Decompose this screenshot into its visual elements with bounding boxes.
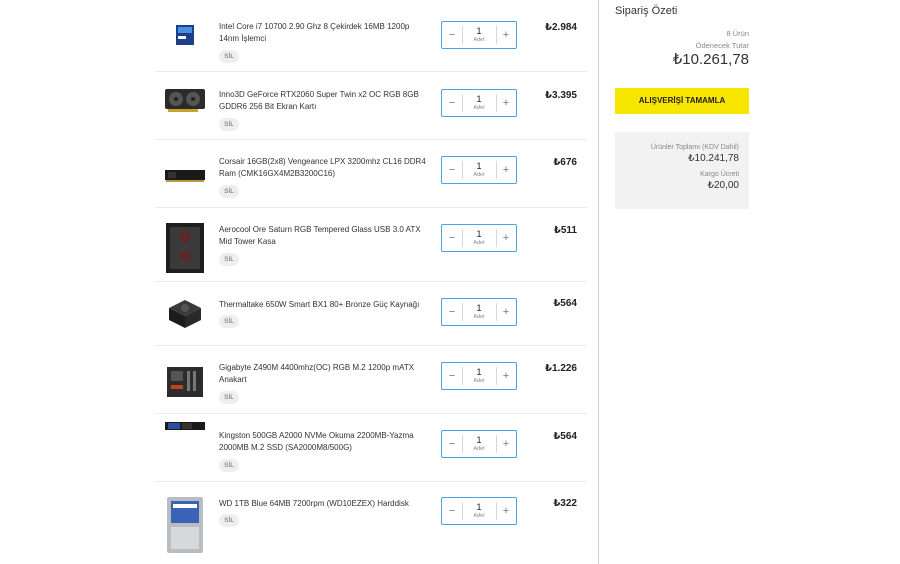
decrease-quantity-button[interactable]: − — [442, 22, 462, 48]
increase-quantity-button[interactable]: + — [496, 363, 516, 389]
quantity-stepper: − 1 Adet + — [441, 224, 517, 252]
increase-quantity-button[interactable]: + — [496, 22, 516, 48]
quantity-value[interactable]: 1 — [462, 25, 496, 37]
quantity-unit: Adet — [473, 446, 485, 452]
decrease-quantity-button[interactable]: − — [442, 299, 462, 325]
item-price: ₺1.226 — [545, 363, 577, 374]
quantity-unit: Adet — [473, 314, 485, 320]
quantity-value[interactable]: 1 — [462, 93, 496, 105]
product-name[interactable]: Kingston 500GB A2000 NVMe Okuma 2200MB-Y… — [219, 430, 429, 454]
cart-item: Intel Core i7 10700 2.90 Ghz 8 Çekirdek … — [155, 0, 587, 72]
product-name[interactable]: Thermaltake 650W Smart BX1 80+ Bronze Gü… — [219, 299, 429, 311]
product-name[interactable]: Corsair 16GB(2x8) Vengeance LPX 3200mhz … — [219, 156, 429, 180]
item-price: ₺2.984 — [545, 22, 577, 33]
increase-quantity-button[interactable]: + — [496, 498, 516, 524]
cpu-box-icon — [163, 13, 207, 57]
remove-button[interactable]: SİL — [219, 253, 239, 266]
motherboard-icon — [163, 360, 207, 404]
item-count: 8 Ürün — [726, 29, 749, 38]
shipping-label: Kargo Ücreti — [700, 171, 739, 178]
cart-item: Thermaltake 650W Smart BX1 80+ Bronze Gü… — [155, 282, 587, 346]
remove-button[interactable]: SİL — [219, 459, 239, 472]
product-name[interactable]: Inno3D GeForce RTX2060 Super Twin x2 OC … — [219, 89, 429, 113]
increase-quantity-button[interactable]: + — [496, 90, 516, 116]
decrease-quantity-button[interactable]: − — [442, 225, 462, 251]
product-name[interactable]: Aerocool Ore Saturn RGB Tempered Glass U… — [219, 224, 429, 248]
remove-button[interactable]: SİL — [219, 514, 239, 527]
power-supply-icon — [163, 292, 207, 336]
quantity-unit: Adet — [473, 240, 485, 246]
product-name[interactable]: Gigabyte Z490M 4400mhz(OC) RGB M.2 1200p… — [219, 362, 429, 386]
increase-quantity-button[interactable]: + — [496, 157, 516, 183]
quantity-unit: Adet — [473, 105, 485, 111]
increase-quantity-button[interactable]: + — [496, 431, 516, 457]
column-divider — [598, 0, 599, 564]
quantity-stepper: − 1 Adet + — [441, 156, 517, 184]
pc-case-icon — [163, 222, 207, 274]
ssd-icon — [163, 416, 207, 436]
remove-button[interactable]: SİL — [219, 315, 239, 328]
checkout-button[interactable]: ALIŞVERİŞİ TAMAMLA — [615, 88, 749, 114]
cart-item: Gigabyte Z490M 4400mhz(OC) RGB M.2 1200p… — [155, 346, 587, 414]
quantity-stepper: − 1 Adet + — [441, 21, 517, 49]
quantity-value[interactable]: 1 — [462, 228, 496, 240]
item-price: ₺676 — [553, 157, 577, 168]
remove-button[interactable]: SİL — [219, 118, 239, 131]
hard-disk-icon — [163, 496, 207, 554]
item-price: ₺511 — [553, 225, 577, 236]
increase-quantity-button[interactable]: + — [496, 299, 516, 325]
product-name[interactable]: WD 1TB Blue 64MB 7200rpm (WD10EZEX) Hard… — [219, 498, 429, 510]
decrease-quantity-button[interactable]: − — [442, 363, 462, 389]
cart-item: Corsair 16GB(2x8) Vengeance LPX 3200mhz … — [155, 140, 587, 208]
quantity-unit: Adet — [473, 513, 485, 519]
decrease-quantity-button[interactable]: − — [442, 431, 462, 457]
remove-button[interactable]: SİL — [219, 50, 239, 63]
quantity-stepper: − 1 Adet + — [441, 497, 517, 525]
quantity-unit: Adet — [473, 37, 485, 43]
quantity-value[interactable]: 1 — [462, 434, 496, 446]
products-total-label: Ürünler Toplamı (KDV Dahil) — [650, 144, 739, 151]
products-total-value: ₺10.241,78 — [688, 153, 739, 164]
remove-button[interactable]: SİL — [219, 391, 239, 404]
quantity-value[interactable]: 1 — [462, 501, 496, 513]
quantity-stepper: − 1 Adet + — [441, 89, 517, 117]
quantity-value[interactable]: 1 — [462, 302, 496, 314]
decrease-quantity-button[interactable]: − — [442, 498, 462, 524]
cart-item: WD 1TB Blue 64MB 7200rpm (WD10EZEX) Hard… — [155, 482, 587, 564]
cart-item: Inno3D GeForce RTX2060 Super Twin x2 OC … — [155, 72, 587, 140]
payable-label: Ödenecek Tutar — [695, 41, 749, 50]
cart-item: Aerocool Ore Saturn RGB Tempered Glass U… — [155, 208, 587, 282]
summary-title: Sipariş Özeti — [615, 5, 678, 17]
quantity-stepper: − 1 Adet + — [441, 362, 517, 390]
quantity-unit: Adet — [473, 172, 485, 178]
shipping-value: ₺20,00 — [707, 180, 739, 191]
quantity-unit: Adet — [473, 378, 485, 384]
quantity-stepper: − 1 Adet + — [441, 298, 517, 326]
quantity-stepper: − 1 Adet + — [441, 430, 517, 458]
quantity-value[interactable]: 1 — [462, 160, 496, 172]
product-name[interactable]: Intel Core i7 10700 2.90 Ghz 8 Çekirdek … — [219, 21, 429, 45]
remove-button[interactable]: SİL — [219, 185, 239, 198]
payable-total: ₺10.261,78 — [672, 51, 749, 68]
summary-breakdown: Ürünler Toplamı (KDV Dahil) ₺10.241,78 K… — [615, 132, 749, 209]
graphics-card-icon — [163, 78, 207, 122]
ram-icon — [163, 154, 207, 198]
decrease-quantity-button[interactable]: − — [442, 90, 462, 116]
item-price: ₺3.395 — [545, 90, 577, 101]
item-price: ₺564 — [553, 298, 577, 309]
cart-item: Kingston 500GB A2000 NVMe Okuma 2200MB-Y… — [155, 414, 587, 482]
quantity-value[interactable]: 1 — [462, 366, 496, 378]
increase-quantity-button[interactable]: + — [496, 225, 516, 251]
item-price: ₺322 — [553, 498, 577, 509]
decrease-quantity-button[interactable]: − — [442, 157, 462, 183]
item-price: ₺564 — [553, 431, 577, 442]
